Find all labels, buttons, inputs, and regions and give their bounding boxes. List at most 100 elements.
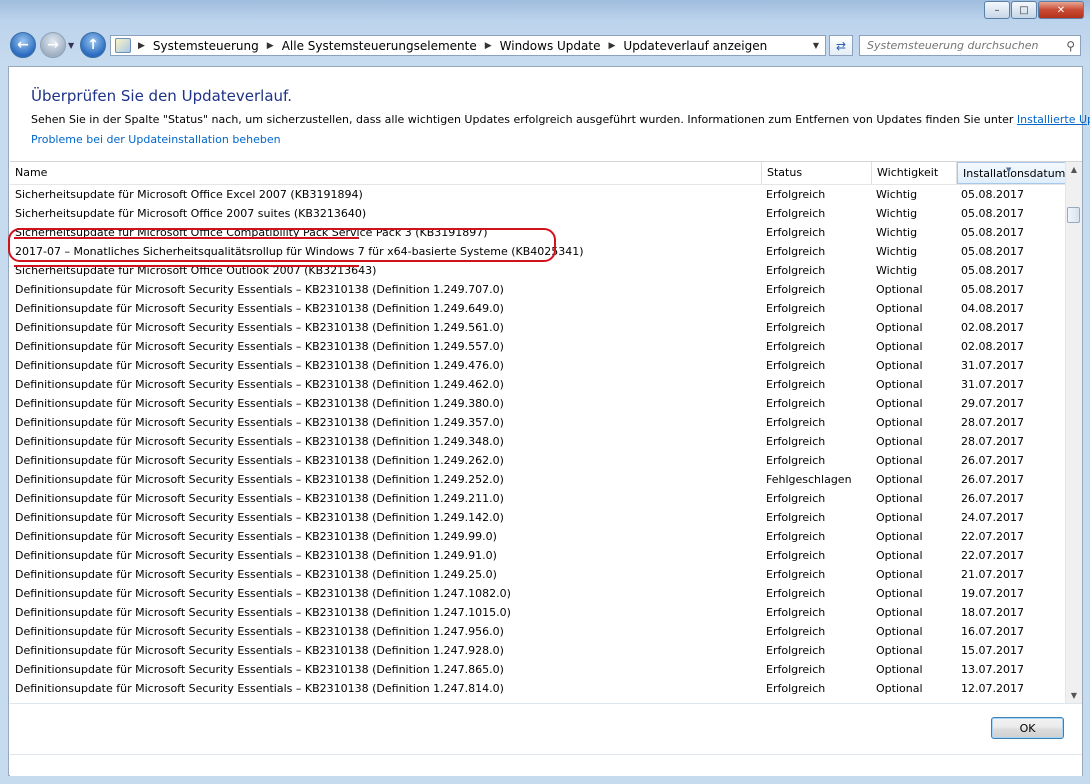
update-name: Definitionsupdate für Microsoft Security… — [15, 454, 504, 467]
search-box[interactable]: ⚲ — [859, 35, 1081, 56]
navigation-buttons: ← → ▼ ↑ — [10, 32, 107, 58]
main-content: Überprüfen Sie den Updateverlauf. Sehen … — [8, 66, 1090, 776]
update-date: 15.07.2017 — [961, 644, 1024, 657]
installed-updates-link[interactable]: Installierte Updates — [1017, 113, 1090, 126]
table-row[interactable]: Sicherheitsupdate für Microsoft Office E… — [10, 185, 1066, 204]
breadcrumb-separator-icon[interactable]: ▶ — [138, 41, 145, 51]
close-button[interactable]: ✕ — [1038, 1, 1084, 19]
update-importance: Optional — [876, 416, 923, 429]
table-row[interactable]: Definitionsupdate für Microsoft Security… — [10, 527, 1066, 546]
update-date: 05.08.2017 — [961, 226, 1024, 239]
forward-button[interactable]: → — [40, 32, 66, 58]
scroll-down-icon[interactable]: ▼ — [1066, 688, 1082, 704]
dialog-footer: OK — [10, 703, 1082, 776]
update-name: Definitionsupdate für Microsoft Security… — [15, 321, 504, 334]
troubleshoot-link[interactable]: Probleme bei der Updateinstallation behe… — [31, 133, 281, 146]
table-row[interactable]: Definitionsupdate für Microsoft Security… — [10, 356, 1066, 375]
table-row[interactable]: Definitionsupdate für Microsoft Security… — [10, 280, 1066, 299]
column-header-importance[interactable]: Wichtigkeit — [872, 162, 957, 184]
address-dropdown-icon[interactable]: ▼ — [813, 41, 819, 50]
breadcrumb-windows-update[interactable]: Windows Update — [500, 39, 601, 53]
update-status: Erfolgreich — [766, 625, 826, 638]
update-importance: Optional — [876, 549, 923, 562]
table-row[interactable]: Definitionsupdate für Microsoft Security… — [10, 622, 1066, 641]
table-row[interactable]: Definitionsupdate für Microsoft Security… — [10, 660, 1066, 679]
update-date: 26.07.2017 — [961, 454, 1024, 467]
table-row[interactable]: Definitionsupdate für Microsoft Security… — [10, 318, 1066, 337]
update-importance: Optional — [876, 359, 923, 372]
update-date: 26.07.2017 — [961, 473, 1024, 486]
update-importance: Optional — [876, 454, 923, 467]
breadcrumb-updateverlauf[interactable]: Updateverlauf anzeigen — [623, 39, 767, 53]
recent-pages-dropdown-icon[interactable]: ▼ — [68, 41, 74, 50]
breadcrumb-separator-icon[interactable]: ▶ — [267, 41, 274, 51]
update-date: 28.07.2017 — [961, 416, 1024, 429]
column-header-name[interactable]: Name — [10, 162, 762, 184]
up-button[interactable]: ↑ — [80, 32, 107, 58]
update-importance: Wichtig — [876, 207, 918, 220]
table-row[interactable]: Definitionsupdate für Microsoft Security… — [10, 546, 1066, 565]
update-name: Definitionsupdate für Microsoft Security… — [15, 587, 511, 600]
breadcrumb-systemsteuerung[interactable]: Systemsteuerung — [153, 39, 259, 53]
table-row[interactable]: Definitionsupdate für Microsoft Security… — [10, 299, 1066, 318]
update-importance: Optional — [876, 435, 923, 448]
table-row[interactable]: Sicherheitsupdate für Microsoft Office O… — [10, 261, 1066, 280]
table-row[interactable]: Definitionsupdate für Microsoft Security… — [10, 432, 1066, 451]
update-date: 28.07.2017 — [961, 435, 1024, 448]
update-importance: Optional — [876, 663, 923, 676]
breadcrumb-alle-elemente[interactable]: Alle Systemsteuerungselemente — [282, 39, 477, 53]
update-name: Definitionsupdate für Microsoft Security… — [15, 663, 504, 676]
update-name: Sicherheitsupdate für Microsoft Office E… — [15, 188, 363, 201]
update-date: 31.07.2017 — [961, 378, 1024, 391]
table-row[interactable]: Sicherheitsupdate für Microsoft Office 2… — [10, 204, 1066, 223]
back-button[interactable]: ← — [10, 32, 36, 58]
update-date: 26.07.2017 — [961, 492, 1024, 505]
window-controls: – □ ✕ — [984, 1, 1084, 19]
table-row[interactable]: Definitionsupdate für Microsoft Security… — [10, 603, 1066, 622]
update-date: 19.07.2017 — [961, 587, 1024, 600]
update-name: Definitionsupdate für Microsoft Security… — [15, 625, 504, 638]
update-date: 05.08.2017 — [961, 207, 1024, 220]
table-row[interactable]: Definitionsupdate für Microsoft Security… — [10, 584, 1066, 603]
table-row[interactable]: Definitionsupdate für Microsoft Security… — [10, 470, 1066, 489]
update-status: Erfolgreich — [766, 682, 826, 695]
highlight-annotation — [8, 228, 556, 262]
ok-button[interactable]: OK — [991, 717, 1064, 739]
table-row[interactable]: Definitionsupdate für Microsoft Security… — [10, 508, 1066, 527]
column-header-date-label: Installationsdatum — [963, 167, 1066, 180]
search-input[interactable] — [860, 38, 1059, 53]
update-name: Definitionsupdate für Microsoft Security… — [15, 302, 504, 315]
vertical-scrollbar[interactable]: ▲ ▼ — [1065, 162, 1082, 704]
address-bar[interactable]: ▶ Systemsteuerung ▶ Alle Systemsteuerung… — [110, 35, 826, 56]
table-row[interactable]: Definitionsupdate für Microsoft Security… — [10, 489, 1066, 508]
update-status: Erfolgreich — [766, 321, 826, 334]
column-header-installation-date[interactable]: ▼ Installationsdatum — [957, 162, 1066, 184]
update-status: Erfolgreich — [766, 511, 826, 524]
table-row[interactable]: Definitionsupdate für Microsoft Security… — [10, 394, 1066, 413]
refresh-button[interactable]: ⇄ — [829, 35, 853, 56]
minimize-button[interactable]: – — [984, 1, 1010, 19]
column-header-status[interactable]: Status — [762, 162, 872, 184]
table-row[interactable]: Definitionsupdate für Microsoft Security… — [10, 413, 1066, 432]
scrollbar-thumb[interactable] — [1067, 207, 1080, 223]
update-importance: Optional — [876, 530, 923, 543]
update-importance: Optional — [876, 511, 923, 524]
update-date: 04.08.2017 — [961, 302, 1024, 315]
table-row[interactable]: Definitionsupdate für Microsoft Security… — [10, 641, 1066, 660]
table-row[interactable]: Definitionsupdate für Microsoft Security… — [10, 337, 1066, 356]
update-importance: Wichtig — [876, 245, 918, 258]
search-icon[interactable]: ⚲ — [1066, 39, 1075, 53]
table-row[interactable]: Definitionsupdate für Microsoft Security… — [10, 375, 1066, 394]
maximize-button[interactable]: □ — [1011, 1, 1037, 19]
refresh-icon: ⇄ — [835, 38, 847, 53]
update-status: Erfolgreich — [766, 264, 826, 277]
breadcrumb-separator-icon[interactable]: ▶ — [608, 41, 615, 51]
table-row[interactable]: Definitionsupdate für Microsoft Security… — [10, 679, 1066, 698]
table-row[interactable]: Definitionsupdate für Microsoft Security… — [10, 451, 1066, 470]
update-importance: Optional — [876, 340, 923, 353]
breadcrumb-separator-icon[interactable]: ▶ — [485, 41, 492, 51]
scroll-up-icon[interactable]: ▲ — [1066, 162, 1082, 178]
strike-annotation — [14, 265, 359, 267]
update-name: Definitionsupdate für Microsoft Security… — [15, 473, 504, 486]
table-row[interactable]: Definitionsupdate für Microsoft Security… — [10, 565, 1066, 584]
